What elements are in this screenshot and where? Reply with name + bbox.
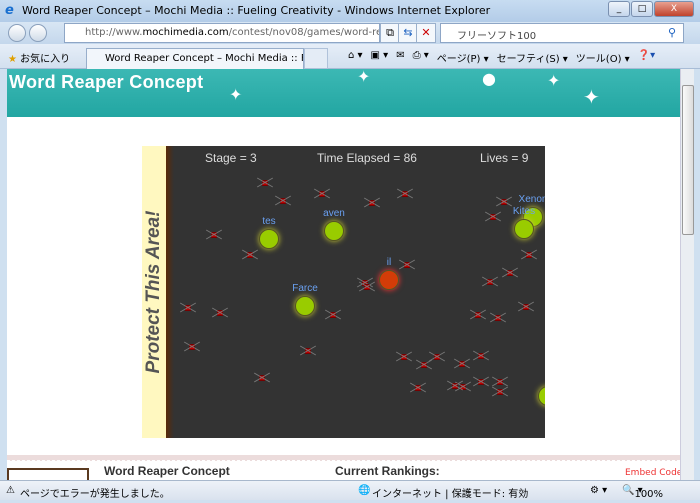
spider-enemy xyxy=(259,375,265,381)
spider-enemy xyxy=(495,315,501,321)
spider-enemy xyxy=(185,305,191,311)
spider-enemy xyxy=(247,252,253,258)
spider-enemy xyxy=(434,354,440,360)
word-bubble[interactable] xyxy=(295,296,315,316)
divider xyxy=(7,455,680,461)
banner-title: Word Reaper Concept xyxy=(9,72,204,92)
spider-enemy xyxy=(475,312,481,318)
warning-icon[interactable]: ⚠ xyxy=(6,485,15,496)
compat-view-icon[interactable]: ⧉ xyxy=(380,23,400,43)
search-input[interactable]: フリーソフト100 xyxy=(440,23,684,43)
navigation-bar: http://www.mochimedia.com/contest/nov08/… xyxy=(0,22,700,44)
spider-enemy xyxy=(526,252,532,258)
new-tab-button[interactable] xyxy=(304,48,328,69)
spider-enemy xyxy=(369,200,375,206)
spider-enemy xyxy=(402,191,408,197)
status-bar: ⚠ ページでエラーが発生しました。 🌐 インターネット | 保護モード: 有効 … xyxy=(0,480,700,500)
stage-readout: Stage = 3 xyxy=(205,151,257,165)
window-title: Word Reaper Concept – Mochi Media :: Fue… xyxy=(22,4,491,17)
zoom-level[interactable]: 🔍 100% ▾ xyxy=(622,485,663,500)
spider-enemy xyxy=(211,232,217,238)
spider-enemy xyxy=(330,312,336,318)
word-label: Kites xyxy=(512,206,536,217)
address-bar[interactable]: http://www.mochimedia.com/contest/nov08/… xyxy=(64,23,380,43)
word-label: Farce xyxy=(292,283,318,294)
spider-enemy xyxy=(415,385,421,391)
banner: Word Reaper Concept ✦ ✦ ● ✦ ✦ xyxy=(7,69,680,117)
ie-logo-icon: e xyxy=(5,3,14,18)
scroll-thumb[interactable] xyxy=(682,85,694,235)
spider-enemy xyxy=(217,310,223,316)
word-label: aven xyxy=(323,208,345,219)
lives-readout: Lives = 9 xyxy=(480,151,529,165)
tab-word-reaper[interactable]: Word Reaper Concept – Mochi Media :: Fue… xyxy=(86,48,304,69)
spider-enemy xyxy=(364,284,370,290)
spider-enemy xyxy=(305,348,311,354)
feeds-icon[interactable]: ▣ ▾ xyxy=(371,50,389,65)
word-label: tes xyxy=(262,216,276,227)
safety-menu[interactable]: セーフティ(S) ▾ xyxy=(497,50,568,65)
spider-enemy xyxy=(319,191,325,197)
command-bar: ★ お気に入り Word Reaper Concept – Mochi Medi… xyxy=(0,44,700,69)
print-icon[interactable]: ⎙ ▾ xyxy=(413,50,429,65)
stop-icon[interactable]: ✕ xyxy=(416,23,436,43)
protect-label: Protect This Area! xyxy=(143,210,164,374)
spider-enemy xyxy=(404,262,410,268)
spider-enemy xyxy=(189,344,195,350)
word-bubble[interactable] xyxy=(379,270,399,290)
spider-enemy xyxy=(523,304,529,310)
tools-menu[interactable]: ツール(O) ▾ xyxy=(576,50,630,65)
status-error: ページでエラーが発生しました。 xyxy=(20,489,170,500)
page-menu[interactable]: ページ(P) ▾ xyxy=(437,50,489,65)
security-icon[interactable]: ⚙ ▾ xyxy=(590,485,607,496)
embed-code-link[interactable]: Embed Code xyxy=(625,468,680,479)
home-icon[interactable]: ⌂ ▾ xyxy=(348,50,363,65)
word-label: il xyxy=(386,257,392,268)
back-button[interactable] xyxy=(8,24,26,42)
spider-enemy xyxy=(490,214,496,220)
favorites-button[interactable]: ★ お気に入り xyxy=(8,50,70,65)
spider-enemy xyxy=(507,270,513,276)
vertical-scrollbar[interactable] xyxy=(680,69,694,480)
globe-icon: 🌐 xyxy=(358,485,371,496)
refresh-icon[interactable]: ⇆ xyxy=(398,23,418,43)
spider-enemy xyxy=(262,180,268,186)
game-title: Word Reaper Concept xyxy=(104,464,230,478)
web-page: Word Reaper Concept ✦ ✦ ● ✦ ✦ Protect Th… xyxy=(7,69,680,480)
star-icon: ★ xyxy=(8,54,17,65)
spider-enemy xyxy=(459,361,465,367)
word-bubble[interactable] xyxy=(514,219,534,239)
title-bar: e Word Reaper Concept – Mochi Media :: F… xyxy=(0,0,700,22)
spider-enemy xyxy=(487,279,493,285)
spider-enemy xyxy=(280,198,286,204)
spider-enemy xyxy=(478,353,484,359)
word-bubble[interactable] xyxy=(259,229,279,249)
forward-button[interactable] xyxy=(29,24,47,42)
time-readout: Time Elapsed = 86 xyxy=(317,151,417,165)
protect-area: Protect This Area! xyxy=(142,146,166,438)
word-label: Xenon xyxy=(518,194,545,205)
spider-enemy xyxy=(401,354,407,360)
search-icon[interactable]: ⚲ xyxy=(668,26,676,39)
spider-enemy xyxy=(501,199,507,205)
mail-icon[interactable]: ✉ xyxy=(396,50,404,65)
game-thumbnail[interactable] xyxy=(7,468,89,480)
zone-status: インターネット | 保護モード: 有効 xyxy=(372,489,529,500)
spider-enemy xyxy=(452,383,458,389)
spider-enemy xyxy=(497,389,503,395)
word-bubble[interactable] xyxy=(324,221,344,241)
spider-enemy xyxy=(478,379,484,385)
help-icon[interactable]: ❓▾ xyxy=(638,50,655,65)
rankings-heading: Current Rankings: xyxy=(335,464,440,478)
maximize-button[interactable]: □ xyxy=(631,1,653,17)
spider-enemy xyxy=(421,362,427,368)
spider-enemy xyxy=(497,379,503,385)
word-bubble[interactable] xyxy=(538,386,545,406)
game-canvas[interactable]: Protect This Area! Stage = 3 Time Elapse… xyxy=(142,146,545,438)
minimize-button[interactable]: _ xyxy=(608,1,630,17)
close-button[interactable]: X xyxy=(654,1,694,17)
